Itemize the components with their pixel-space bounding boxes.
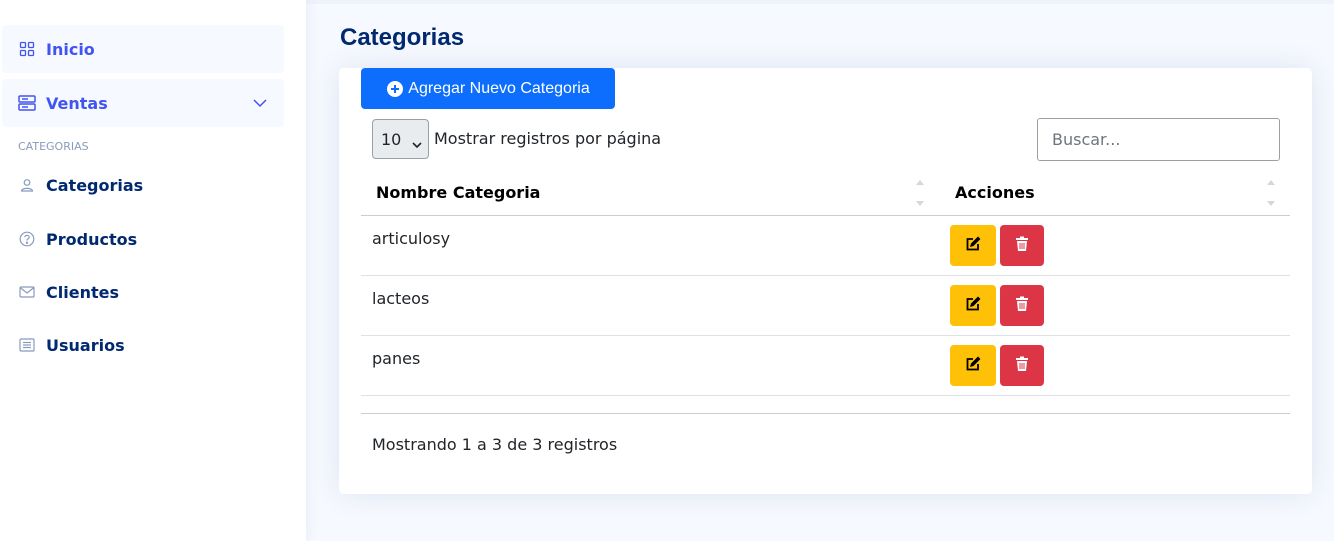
table-row-name: articulosy bbox=[372, 229, 451, 248]
edit-icon bbox=[965, 296, 981, 316]
delete-button[interactable] bbox=[1000, 285, 1044, 326]
sidebar-item-usuarios[interactable]: Usuarios bbox=[2, 325, 284, 365]
sidebar-item-categorias[interactable]: Categorias bbox=[2, 165, 284, 205]
list-icon bbox=[18, 336, 36, 354]
server-icon bbox=[18, 94, 36, 112]
sidebar-item-label: Usuarios bbox=[46, 335, 125, 355]
delete-button[interactable] bbox=[1000, 225, 1044, 266]
sidebar-item-label: Clientes bbox=[46, 282, 119, 302]
table-row-name: lacteos bbox=[372, 289, 430, 308]
sidebar-item-ventas[interactable]: Ventas bbox=[2, 79, 284, 127]
column-header-acciones[interactable]: Acciones bbox=[955, 183, 1035, 202]
sidebar-item-label: Categorias bbox=[46, 175, 144, 195]
delete-button[interactable] bbox=[1000, 345, 1044, 386]
search-input[interactable] bbox=[1037, 118, 1280, 161]
person-icon bbox=[18, 176, 36, 194]
page-length-select[interactable]: 10 bbox=[372, 119, 429, 159]
add-button-label: Agregar Nuevo Categoria bbox=[408, 79, 590, 97]
page-length-value: 10 bbox=[381, 129, 402, 149]
sidebar-item-inicio[interactable]: Inicio bbox=[2, 25, 284, 73]
sidebar-item-label: Ventas bbox=[46, 93, 108, 113]
grid-icon bbox=[18, 40, 36, 58]
edit-icon bbox=[965, 236, 981, 256]
edit-icon bbox=[965, 356, 981, 376]
sidebar-item-label: Inicio bbox=[46, 39, 95, 59]
table-bottom-divider bbox=[361, 413, 1290, 414]
question-circle-icon bbox=[18, 230, 36, 248]
column-header-nombre[interactable]: Nombre Categoria bbox=[376, 183, 540, 202]
sidebar: Inicio Ventas CATEGORIAS Categorias Prod… bbox=[0, 0, 306, 541]
sort-icon[interactable] bbox=[916, 180, 924, 208]
row-divider bbox=[361, 395, 1290, 396]
plus-circle-icon bbox=[386, 80, 404, 98]
edit-button[interactable] bbox=[950, 285, 996, 326]
add-category-button[interactable]: Agregar Nuevo Categoria bbox=[361, 68, 615, 109]
chevron-down-icon[interactable] bbox=[252, 95, 268, 111]
sort-icon[interactable] bbox=[1267, 180, 1275, 208]
table-info: Mostrando 1 a 3 de 3 registros bbox=[372, 435, 618, 454]
trash-icon bbox=[1015, 236, 1029, 256]
page-length-label: Mostrar registros por página bbox=[434, 129, 662, 148]
chevron-down-icon bbox=[412, 135, 422, 149]
sidebar-item-clientes[interactable]: Clientes bbox=[2, 272, 284, 312]
envelope-icon bbox=[18, 283, 36, 301]
row-divider bbox=[361, 275, 1290, 276]
trash-icon bbox=[1015, 356, 1029, 376]
edit-button[interactable] bbox=[950, 225, 996, 266]
sidebar-item-label: Productos bbox=[46, 229, 138, 249]
header-divider bbox=[361, 215, 1290, 216]
sidebar-item-productos[interactable]: Productos bbox=[2, 219, 284, 259]
row-divider bbox=[361, 335, 1290, 336]
sidebar-heading: CATEGORIAS bbox=[18, 140, 89, 153]
trash-icon bbox=[1015, 296, 1029, 316]
page-title: Categorias bbox=[340, 24, 465, 51]
edit-button[interactable] bbox=[950, 345, 996, 386]
table-row-name: panes bbox=[372, 349, 421, 368]
